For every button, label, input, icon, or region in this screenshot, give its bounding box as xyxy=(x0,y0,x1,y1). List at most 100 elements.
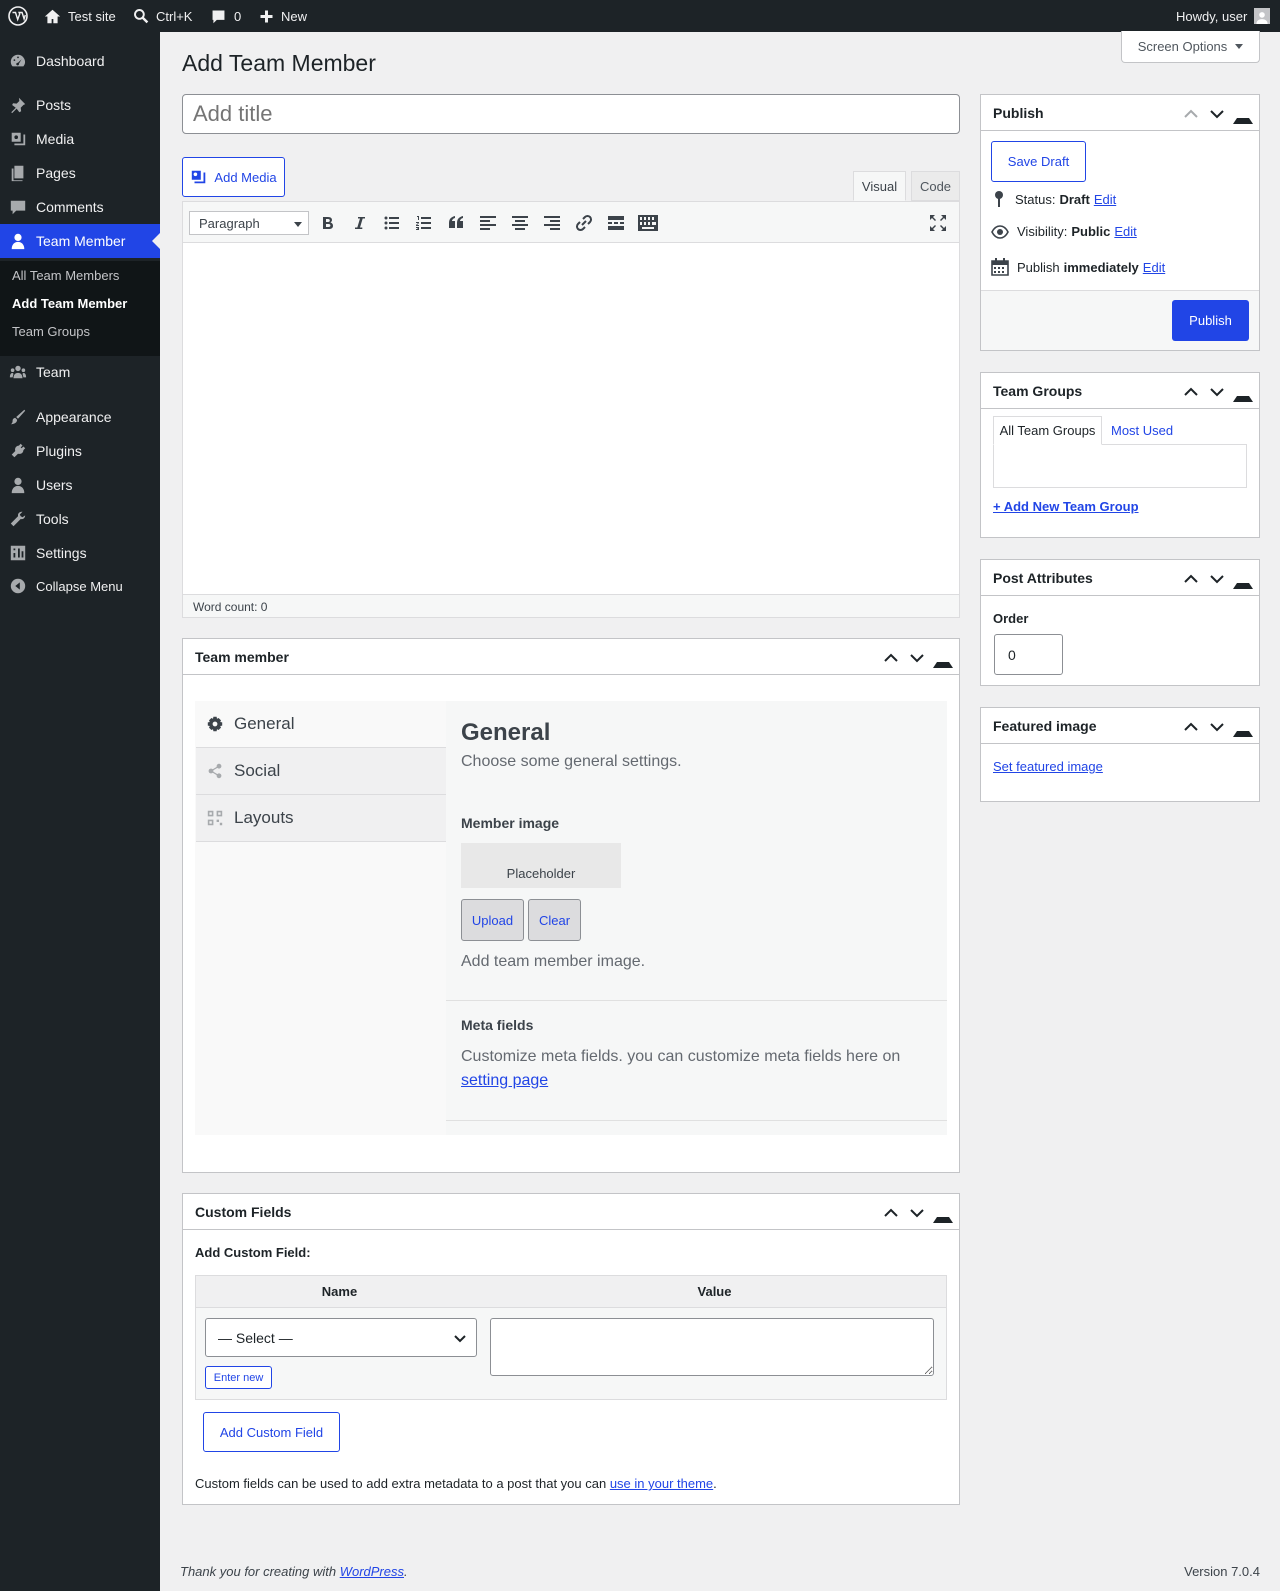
numbered-list-icon[interactable] xyxy=(414,213,434,233)
search-shortcut[interactable]: Ctrl+K xyxy=(133,0,192,32)
align-right-icon[interactable] xyxy=(542,213,562,233)
menu-collapse[interactable]: Collapse Menu xyxy=(0,569,160,603)
read-more-icon[interactable] xyxy=(606,213,626,233)
tab-general[interactable]: General xyxy=(196,701,446,748)
custom-field-value-input[interactable] xyxy=(490,1318,934,1376)
toggle-panel-icon[interactable] xyxy=(1233,569,1253,589)
submenu-team-groups[interactable]: Team Groups xyxy=(12,324,90,339)
move-up-icon[interactable] xyxy=(1181,104,1201,124)
bold-icon[interactable] xyxy=(318,213,338,233)
settings-content: General Choose some general settings. Me… xyxy=(446,701,947,1135)
site-name-link[interactable]: Test site xyxy=(44,0,116,32)
add-media-button[interactable]: Add Media xyxy=(182,157,285,197)
tab-code[interactable]: Code xyxy=(911,171,960,201)
comments-link[interactable]: 0 xyxy=(210,0,241,32)
menu-users[interactable]: Users xyxy=(0,468,160,502)
move-up-icon[interactable] xyxy=(881,1203,901,1223)
menu-team-member[interactable]: Team Member xyxy=(0,224,160,258)
setting-page-link[interactable]: setting page xyxy=(461,1072,548,1089)
menu-pages[interactable]: Pages xyxy=(0,156,160,190)
toggle-panel-icon[interactable] xyxy=(1233,382,1253,402)
new-content-link[interactable]: New xyxy=(259,0,307,32)
note-text: Custom fields can be used to add extra m… xyxy=(195,1476,607,1491)
publish-button[interactable]: Publish xyxy=(1172,300,1249,341)
custom-fields-box: Custom Fields Add Custom Field: Name Val… xyxy=(182,1193,960,1505)
fullscreen-icon[interactable] xyxy=(928,213,948,233)
menu-tools[interactable]: Tools xyxy=(0,502,160,536)
tab-label: Social xyxy=(234,761,281,780)
save-draft-button[interactable]: Save Draft xyxy=(991,141,1086,182)
visibility-label: Visibility: xyxy=(1017,224,1068,239)
menu-appearance[interactable]: Appearance xyxy=(0,400,160,434)
keyboard-icon[interactable] xyxy=(638,213,658,233)
my-account[interactable]: Howdy, user xyxy=(1176,0,1271,32)
edit-visibility-link[interactable]: Edit xyxy=(1114,224,1136,239)
status-label: Status: xyxy=(1015,191,1056,207)
caret-down-icon xyxy=(1235,44,1244,49)
section-description: Choose some general settings. xyxy=(461,753,682,770)
move-down-icon[interactable] xyxy=(907,648,927,668)
menu-team[interactable]: Team xyxy=(0,355,160,389)
column-value-header: Value xyxy=(697,1284,732,1299)
move-down-icon[interactable] xyxy=(1207,717,1227,737)
order-input[interactable]: 0 xyxy=(994,634,1063,675)
greeting: Howdy, user xyxy=(1176,8,1248,24)
wordpress-link[interactable]: WordPress xyxy=(340,1564,404,1579)
home-icon xyxy=(44,9,61,23)
blockquote-icon[interactable] xyxy=(446,213,466,233)
share-icon xyxy=(208,763,222,779)
clear-button[interactable]: Clear xyxy=(528,899,581,941)
tab-visual[interactable]: Visual xyxy=(853,171,906,201)
use-in-theme-link[interactable]: use in your theme xyxy=(610,1476,713,1491)
tab-label: General xyxy=(234,714,295,733)
add-new-team-group-link[interactable]: + Add New Team Group xyxy=(993,499,1139,514)
toggle-panel-icon[interactable] xyxy=(933,1203,953,1223)
tab-layouts[interactable]: Layouts xyxy=(196,795,446,842)
submenu-add-team-member[interactable]: Add Team Member xyxy=(12,296,127,311)
tab-all-team-groups[interactable]: All Team Groups xyxy=(993,416,1102,445)
move-up-icon[interactable] xyxy=(881,648,901,668)
menu-settings[interactable]: Settings xyxy=(0,536,160,570)
menu-media[interactable]: Media xyxy=(0,122,160,156)
chevron-down-icon xyxy=(454,1335,466,1343)
move-down-icon[interactable] xyxy=(1207,104,1227,124)
featured-image-box: Featured image Set featured image xyxy=(980,707,1260,802)
move-up-icon[interactable] xyxy=(1181,382,1201,402)
align-left-icon[interactable] xyxy=(478,213,498,233)
align-center-icon[interactable] xyxy=(510,213,530,233)
menu-comments[interactable]: Comments xyxy=(0,190,160,224)
custom-field-name-select[interactable]: — Select — xyxy=(205,1318,477,1357)
post-title-input[interactable] xyxy=(182,94,960,134)
move-up-icon[interactable] xyxy=(1181,717,1201,737)
move-down-icon[interactable] xyxy=(1207,569,1227,589)
editor-toolbar: Paragraph xyxy=(183,202,959,243)
toggle-panel-icon[interactable] xyxy=(1233,717,1253,737)
menu-dashboard[interactable]: Dashboard xyxy=(0,44,160,78)
add-custom-field-button[interactable]: Add Custom Field xyxy=(203,1412,340,1452)
enter-new-button[interactable]: Enter new xyxy=(205,1366,272,1389)
tab-most-used[interactable]: Most Used xyxy=(1111,423,1173,438)
menu-posts[interactable]: Posts xyxy=(0,88,160,122)
image-help: Add team member image. xyxy=(461,953,646,970)
bullet-list-icon[interactable] xyxy=(382,213,402,233)
format-select[interactable]: Paragraph xyxy=(189,211,309,235)
toggle-panel-icon[interactable] xyxy=(1233,104,1253,124)
edit-status-link[interactable]: Edit xyxy=(1094,192,1116,207)
wordpress-logo-icon[interactable] xyxy=(8,0,28,32)
link-icon[interactable] xyxy=(574,213,594,233)
menu-plugins[interactable]: Plugins xyxy=(0,434,160,468)
italic-icon[interactable] xyxy=(350,213,370,233)
team-member-submenu: All Team Members Add Team Member Team Gr… xyxy=(0,261,160,356)
submenu-all-team-members[interactable]: All Team Members xyxy=(12,268,119,283)
screen-options-button[interactable]: Screen Options xyxy=(1121,31,1260,63)
tab-social[interactable]: Social xyxy=(196,748,446,795)
move-up-icon[interactable] xyxy=(1181,569,1201,589)
set-featured-image-link[interactable]: Set featured image xyxy=(993,759,1103,774)
move-down-icon[interactable] xyxy=(907,1203,927,1223)
edit-publish-time-link[interactable]: Edit xyxy=(1143,260,1165,275)
toggle-panel-icon[interactable] xyxy=(933,648,953,668)
content-editor[interactable]: Paragraph Word count: 0 xyxy=(182,201,960,618)
move-down-icon[interactable] xyxy=(1207,382,1227,402)
upload-button[interactable]: Upload xyxy=(461,899,524,941)
box-header: Featured image xyxy=(981,708,1259,744)
